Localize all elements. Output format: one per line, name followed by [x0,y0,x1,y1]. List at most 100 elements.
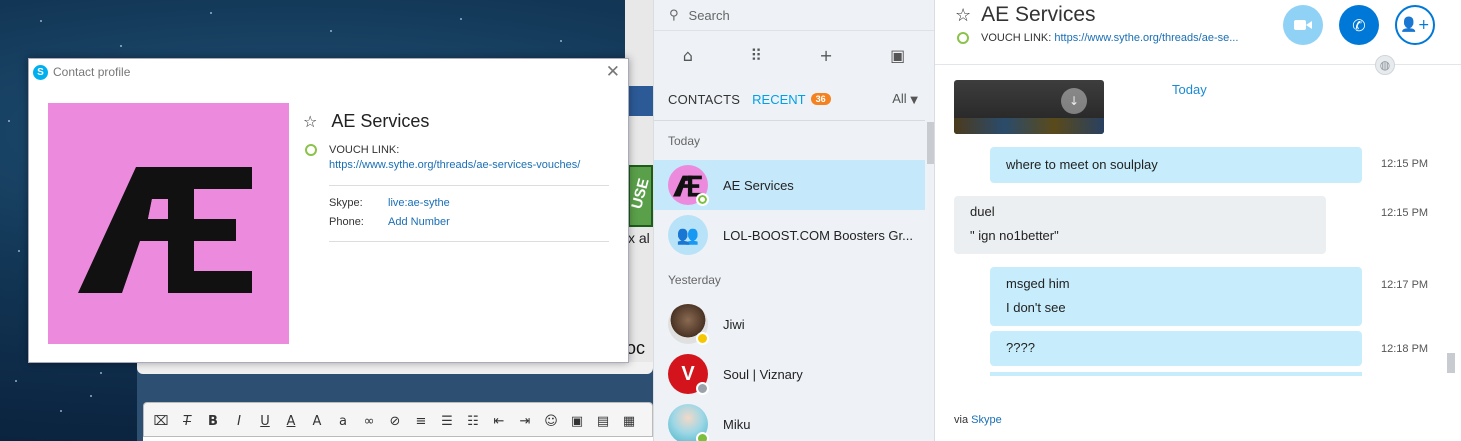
list-item[interactable]: Miku [654,399,925,441]
avatar: V [668,354,709,395]
message-text: " ign no1better" [970,228,1059,243]
list-item[interactable]: Jiwi [654,299,925,349]
image-icon[interactable]: ▣ [568,413,586,431]
globe-icon[interactable]: ◍ [1375,55,1395,75]
font-family-icon[interactable]: a [334,413,352,431]
media-icon[interactable]: ▤ [594,413,612,431]
font-color-icon[interactable]: A [282,413,300,431]
skype-value[interactable]: live:ae-sythe [388,197,450,209]
number-list-icon[interactable]: ☷ [464,413,482,431]
more-icon[interactable]: ▦ [620,413,638,431]
message-bubble[interactable]: ???? [990,331,1362,366]
favorite-star-icon[interactable]: ☆ [955,5,971,26]
close-icon[interactable]: ✕ [606,62,620,82]
via-skype-link[interactable]: Skype [971,414,1002,426]
dialpad-icon[interactable]: ⠿ [750,46,762,65]
conversation-mood: VOUCH LINK: https://www.sythe.org/thread… [957,31,1238,44]
scrollbar-thumb[interactable] [927,122,934,164]
conversation-header: ☆ AE Services VOUCH LINK: https://www.sy… [935,0,1461,75]
favorite-star-icon[interactable]: ☆ [303,112,317,131]
chevron-down-icon: ▼ [910,95,918,106]
list-item[interactable]: 👥 LOL-BOOST.COM Boosters Gr... [654,210,925,260]
tab-contacts[interactable]: CONTACTS [668,92,740,107]
home-icon[interactable]: ⌂ [683,46,693,65]
underline-icon[interactable]: U [256,413,274,431]
background-editor-top [137,362,653,374]
outdent-icon[interactable]: ⇤ [490,413,508,431]
skype-field: Skype: live:ae-sythe [329,197,450,209]
away-status-icon [696,332,709,345]
recent-count-badge: 36 [810,93,831,105]
profile-window-title: Contact profile [53,65,131,79]
link-icon[interactable]: ∞ [360,413,378,431]
group-header: Yesterday [668,273,721,287]
video-call-button[interactable] [1283,5,1323,45]
indent-icon[interactable]: ⇥ [516,413,534,431]
contacts-tabs: CONTACTS RECENT 36 All ▼ [654,79,934,119]
online-status-icon [696,432,709,441]
message-bubble[interactable]: msged him I don't see [990,267,1362,326]
italic-icon[interactable]: I [230,413,248,431]
list-item[interactable]: AE Services [654,160,925,210]
unlink-icon[interactable]: ⊘ [386,413,404,431]
profile-avatar [48,103,289,344]
add-icon[interactable]: + [819,46,832,65]
search-placeholder: Search [688,7,730,23]
avatar [668,404,709,441]
message-bubble-partial [990,372,1362,376]
media-preview-strip [954,118,1104,134]
profile-mood: VOUCH LINK: https://www.sythe.org/thread… [305,143,580,173]
conversation-scrollbar[interactable] [1447,65,1457,441]
list-item[interactable]: V Soul | Viznary [654,349,925,399]
search-input[interactable]: ⚲ Search [654,0,934,31]
profile-name: AE Services [331,111,430,131]
contacts-pane: ⚲ Search ⌂ ⠿ + ▣ CONTACTS RECENT 36 All … [653,0,935,441]
tab-recent[interactable]: RECENT 36 [752,92,831,107]
contacts-toolbar: ⌂ ⠿ + ▣ [654,31,934,79]
mood-link[interactable]: https://www.sythe.org/threads/ae-se... [1054,32,1238,44]
align-icon[interactable]: ≡ [412,413,430,431]
mood-link[interactable]: https://www.sythe.org/threads/ae-service… [329,158,580,173]
mood-label: VOUCH LINK: [329,144,400,156]
clear-format-icon[interactable]: T [178,413,196,431]
message-text: where to meet on soulplay [1006,157,1158,172]
shared-media-thumbnail[interactable]: ↓ [954,80,1104,134]
scrollbar-thumb[interactable] [1447,353,1455,373]
message-timestamp: 12:15 PM [1381,158,1429,170]
recent-list: Today AE Services 👥 LOL-BOOST.COM Booste… [654,120,925,441]
divider [329,241,609,242]
audio-call-button[interactable]: ✆ [1339,5,1379,45]
message-text: I don't see [1006,300,1066,315]
background-editor-area[interactable] [143,436,653,441]
add-people-button[interactable]: 👤+ [1395,5,1435,45]
profile-name-row: ☆ AE Services [303,111,429,132]
online-status-icon [305,144,317,156]
group-icon: 👥 [676,224,700,246]
add-number-link[interactable]: Add Number [388,216,450,228]
remove-format-icon[interactable]: ⌧ [152,413,170,431]
background-forum-image: USE [628,165,653,227]
message-timestamp: 12:18 PM [1381,343,1429,355]
bold-icon[interactable]: B [204,413,222,431]
message-timestamp: 12:15 PM [1381,207,1429,219]
skype-label: Skype: [329,197,363,209]
download-icon[interactable]: ↓ [1061,88,1087,114]
smiley-icon[interactable]: ☺ [542,413,560,431]
background-forum-text: x al [628,230,650,246]
contact-name: Soul | Viznary [723,366,803,382]
bullet-list-icon[interactable]: ☰ [438,413,456,431]
message-bubble[interactable]: duel " ign no1better" [954,196,1326,254]
font-size-icon[interactable]: A [308,413,326,431]
profile-titlebar: S Contact profile [29,59,628,85]
conversation-title[interactable]: AE Services [981,3,1095,27]
avatar: 👥 [668,215,708,255]
background-forum-header [628,86,654,116]
filter-dropdown[interactable]: All ▼ [892,91,918,106]
message-text: msged him [1006,276,1070,291]
contact-name: AE Services [723,177,794,193]
message-bubble[interactable]: where to meet on soulplay [990,147,1362,183]
online-status-icon [696,193,709,206]
via-prefix: via [954,414,969,426]
search-icon: ⚲ [669,7,679,23]
bot-icon[interactable]: ▣ [890,46,905,65]
